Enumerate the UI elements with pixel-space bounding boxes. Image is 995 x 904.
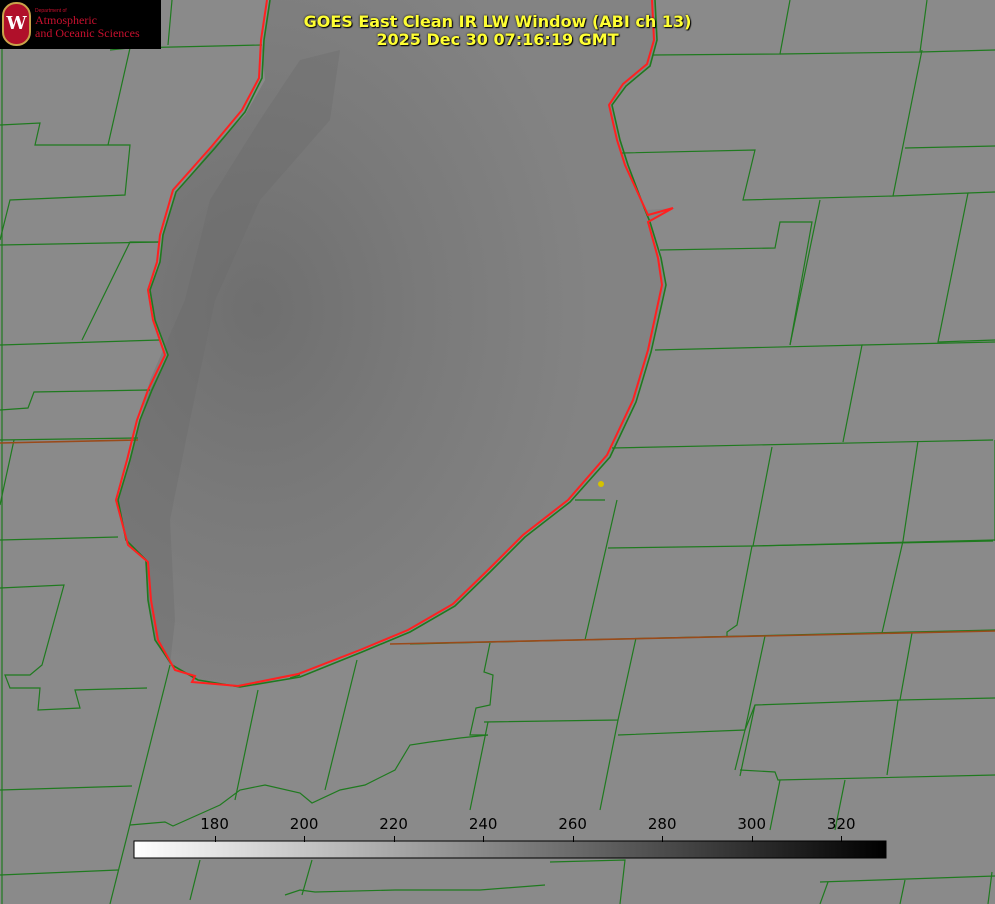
colorbar-tick-label: 180 [200,815,229,833]
satellite-map [0,0,995,904]
colorbar-tick-mark [572,836,574,842]
colorbar-tick-mark [841,836,843,842]
colorbar-tick-label: 300 [737,815,767,833]
image-title: GOES East Clean IR LW Window (ABI ch 13) [303,12,692,31]
colorbar-tick-label: 320 [826,815,856,833]
colorbar-tick-mark [662,836,664,842]
colorbar-tick-label: 240 [468,815,498,833]
colorbar-tick-mark [751,836,753,842]
colorbar-tick-label: 260 [558,815,587,833]
image-timestamp: 2025 Dec 30 07:16:19 GMT [376,30,619,49]
colorbar-gradient [133,840,887,859]
colorbar-tick-mark [393,836,395,842]
colorbar-tick-mark [483,836,485,842]
colorbar-tick-label: 200 [289,815,319,833]
location-marker [598,481,604,487]
colorbar-tick-mark [304,836,306,842]
colorbar-tick-label: 220 [379,815,408,833]
colorbar-tick-label: 280 [647,815,677,833]
colorbar-tick-mark [214,836,216,842]
